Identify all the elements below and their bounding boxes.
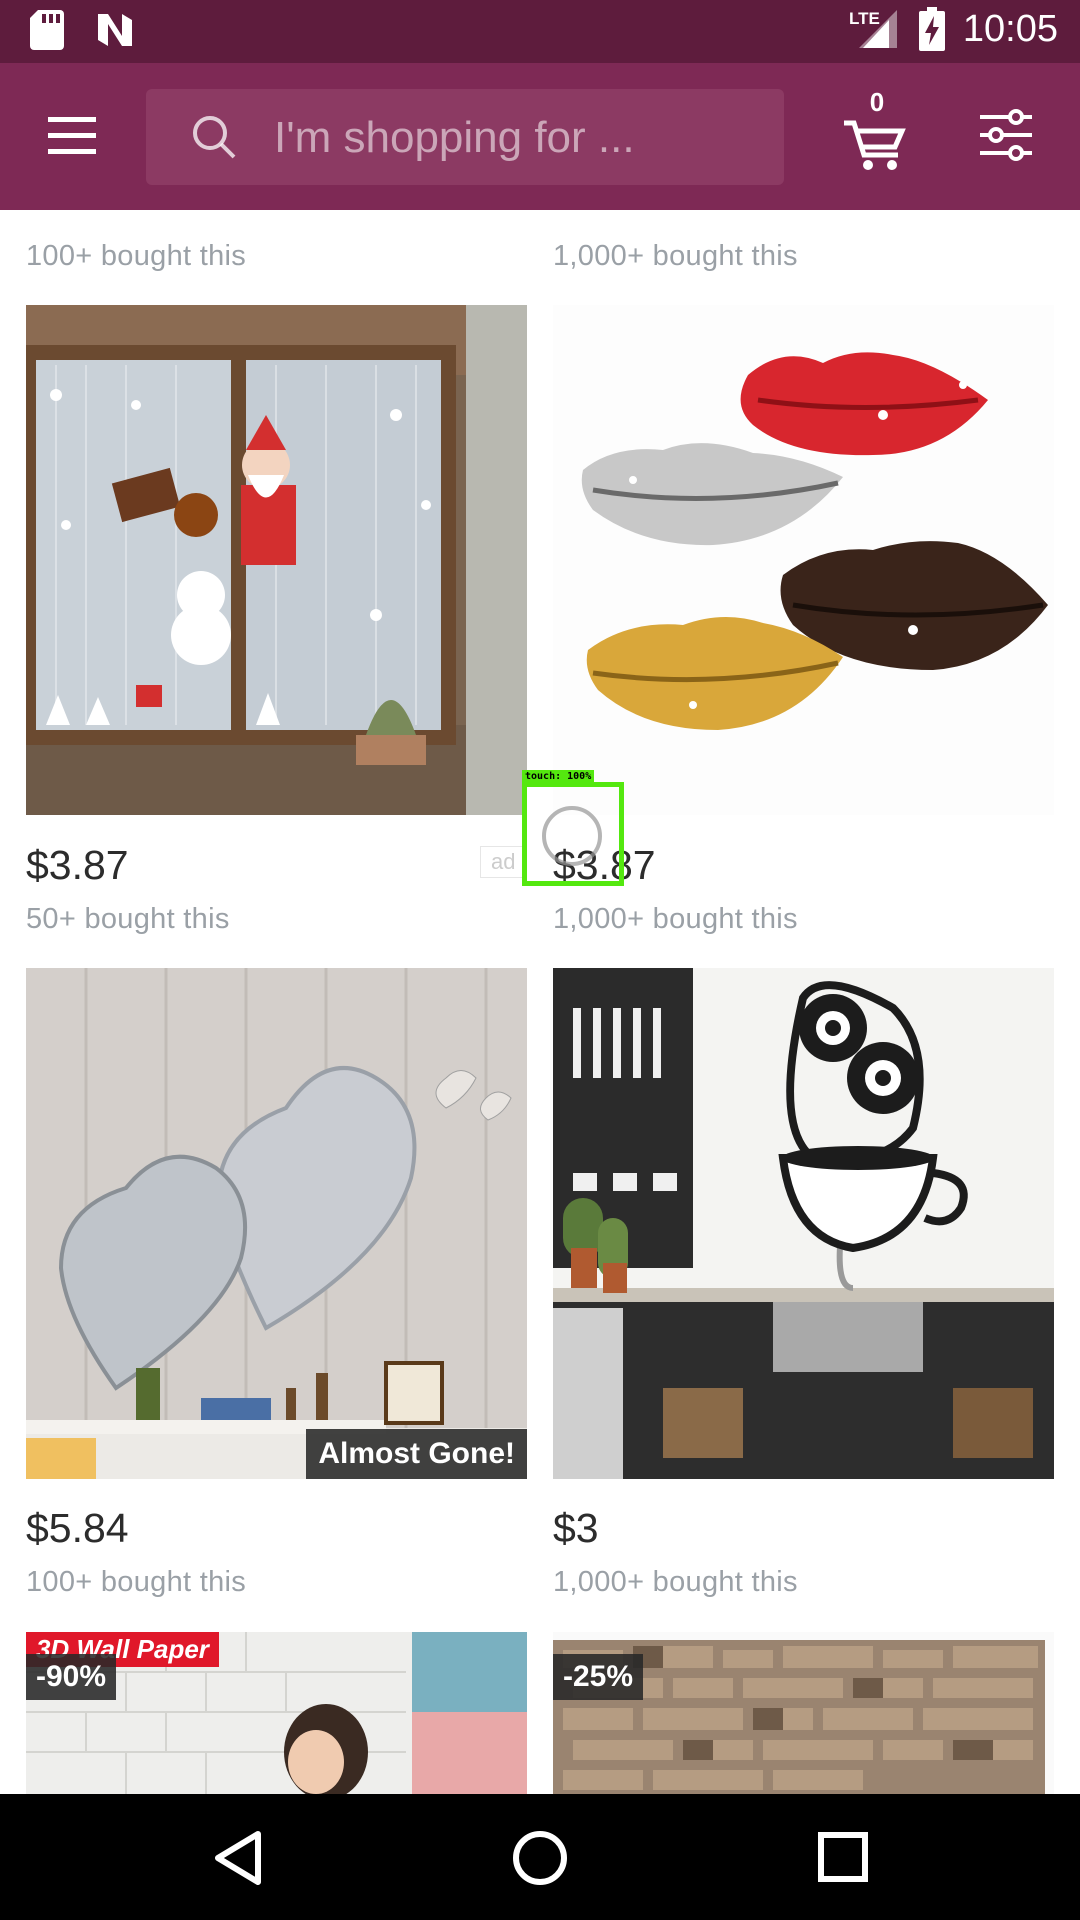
filter-icon	[980, 109, 1032, 161]
product-image-stone-wall-panel[interactable]: -25%	[553, 1632, 1054, 1794]
product-price: $3.87	[26, 842, 129, 888]
product-bought-count: 100+ bought this	[26, 240, 247, 272]
touch-ripple	[542, 806, 602, 866]
ad-label: ad	[480, 846, 527, 878]
sd-card-icon	[30, 10, 64, 50]
back-icon[interactable]	[210, 1828, 266, 1888]
product-bought-count: 1,000+ bought this	[553, 240, 798, 272]
product-bought-count: 100+ bought this	[26, 1566, 247, 1598]
product-feed[interactable]: 100+ bought this 1,000+ bought this ad $…	[0, 210, 1080, 1794]
svg-text:LTE: LTE	[849, 9, 880, 28]
filter-button[interactable]	[976, 103, 1036, 167]
product-bought-count: 50+ bought this	[26, 903, 230, 935]
status-bar: LTE 10:05	[0, 0, 1080, 63]
product-bought-count: 1,000+ bought this	[553, 903, 798, 935]
product-image-mirror-heart-wall-decor[interactable]: Almost Gone!	[26, 968, 527, 1479]
lte-signal-icon: LTE	[849, 9, 897, 48]
home-icon[interactable]	[510, 1828, 570, 1888]
cart-count-badge: 0	[869, 87, 885, 117]
product-image-owl-coffee-cup-decal[interactable]	[553, 968, 1054, 1479]
search-bar[interactable]: I'm shopping for ...	[146, 89, 784, 185]
cart-button[interactable]: 0	[840, 87, 910, 173]
battery-charging-icon	[918, 7, 945, 51]
discount-badge: -25%	[553, 1654, 644, 1700]
product-price: $5.84	[26, 1505, 129, 1551]
product-bought-count: 1,000+ bought this	[553, 1566, 798, 1598]
search-icon	[193, 116, 236, 159]
product-image-mirror-lips-wall-stickers[interactable]	[553, 305, 1054, 815]
search-input[interactable]: I'm shopping for ...	[274, 113, 635, 163]
menu-button[interactable]	[40, 103, 104, 167]
n-notification-icon	[98, 14, 132, 46]
menu-icon	[48, 117, 96, 154]
recents-icon[interactable]	[816, 1830, 870, 1884]
almost-gone-badge: Almost Gone!	[306, 1429, 527, 1479]
product-image-3d-brick-wallpaper[interactable]: 3D Wall Paper -90%	[26, 1632, 527, 1794]
navigation-bar	[0, 1794, 1080, 1920]
app-bar: I'm shopping for ... 0	[0, 63, 1080, 210]
product-image-christmas-window-stickers[interactable]	[26, 305, 527, 815]
discount-badge: -90%	[26, 1654, 117, 1700]
status-time: 10:05	[962, 7, 1058, 50]
product-price: $3	[553, 1505, 599, 1551]
